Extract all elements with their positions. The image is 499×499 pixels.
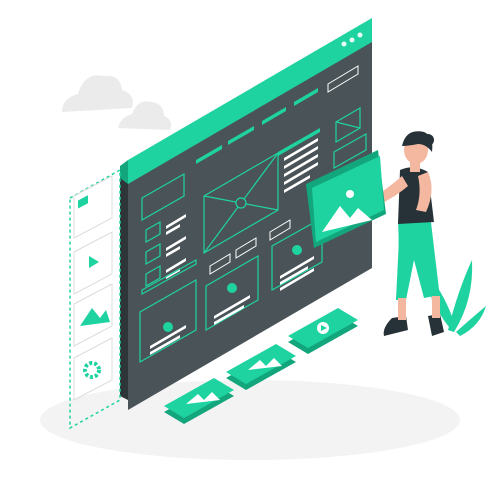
play-icon xyxy=(163,322,173,332)
component-panel xyxy=(69,168,121,430)
window-dot-icon xyxy=(341,41,347,47)
wireframe-illustration xyxy=(40,18,486,460)
person xyxy=(372,131,444,336)
illustration-canvas xyxy=(0,0,499,499)
ground-shadow xyxy=(40,380,460,460)
cloud-icon xyxy=(62,75,172,130)
video-tile xyxy=(288,308,358,354)
board-side xyxy=(120,172,128,400)
